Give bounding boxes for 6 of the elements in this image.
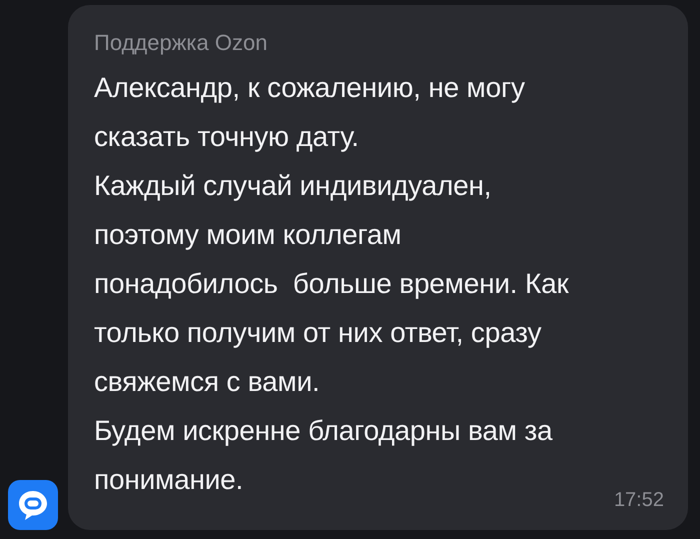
message-text: Александр, к сожалению, не могу сказать точную дату. [94, 71, 525, 154]
chat-bubble-icon [16, 488, 50, 522]
sender-name: Поддержка Ozon [94, 29, 268, 57]
message-text: Будем искренне благодарны вам за понимание. [94, 414, 552, 497]
message-time: 17:52 [614, 489, 664, 512]
message-text: Каждый случай индивидуален, поэтому моим коллегам понадобилось больше времени. Как только получим от них ответ, сразу свяжемся с вами. [94, 169, 568, 399]
